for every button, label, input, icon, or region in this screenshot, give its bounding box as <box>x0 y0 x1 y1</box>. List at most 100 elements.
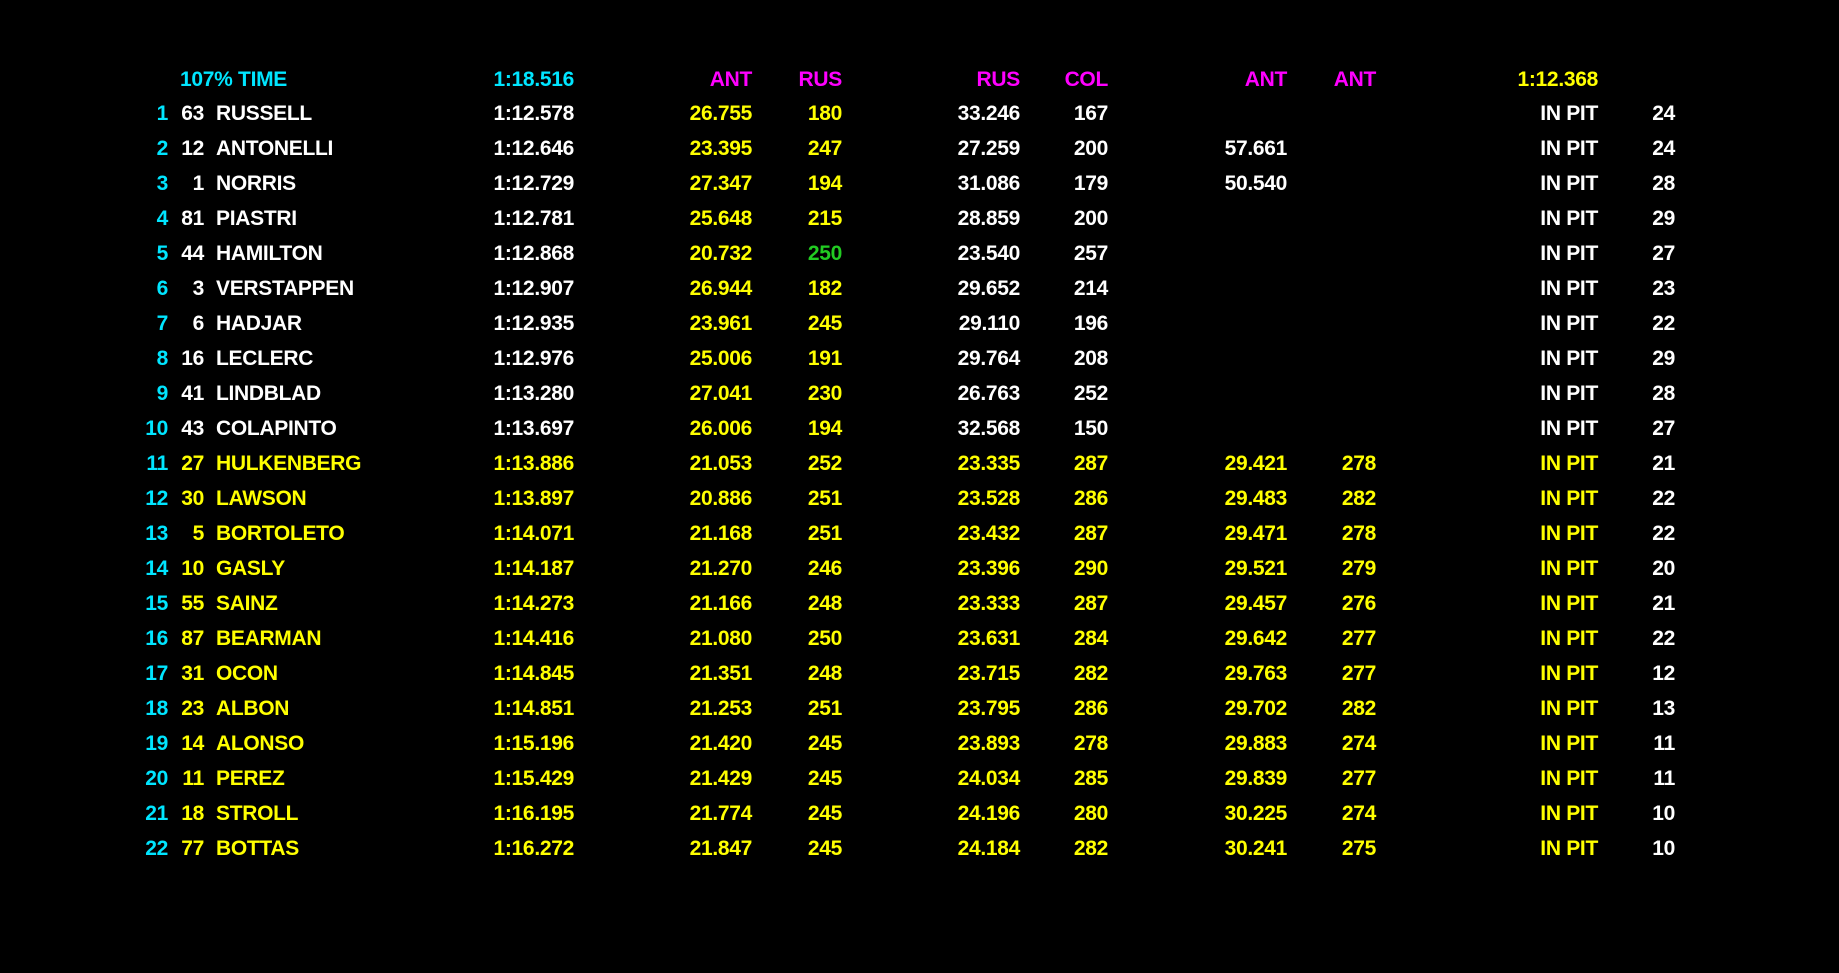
sector1-time: 23.395 <box>689 137 753 160</box>
lap-count: 24 <box>1652 137 1675 160</box>
lap-count: 11 <box>1653 732 1675 755</box>
speed-trap1: 194 <box>807 172 842 195</box>
table-row: 17 31 OCON 1:14.845 21.351 248 23.715 282 29.763… <box>0 656 1839 691</box>
driver-name: BORTOLETO <box>216 522 345 545</box>
sector2-time: 28.859 <box>957 207 1021 230</box>
driver-name: ANTONELLI <box>216 137 334 160</box>
lap-count: 27 <box>1652 242 1675 265</box>
driver-name: VERSTAPPEN <box>216 277 354 300</box>
lap-time: 1:12.868 <box>493 242 574 265</box>
lap-time: 1:13.280 <box>493 382 574 405</box>
lap-count: 22 <box>1652 487 1675 510</box>
lap-count: 28 <box>1652 172 1675 195</box>
speed-trap2: 252 <box>1073 382 1108 405</box>
header-107-time: 1:18.516 <box>493 68 574 91</box>
table-row: 10 43 COLAPINTO 1:13.697 26.006 194 32.568 150 I… <box>0 411 1839 446</box>
pit-status: IN PIT <box>1540 452 1598 475</box>
position: 14 <box>145 557 168 580</box>
driver-name: ALONSO <box>216 732 305 755</box>
position: 1 <box>156 102 169 125</box>
sector3-time: 29.763 <box>1224 662 1288 685</box>
pit-status: IN PIT <box>1540 837 1598 860</box>
position: 16 <box>145 627 168 650</box>
lap-count: 12 <box>1652 662 1675 685</box>
speed-trap1: 182 <box>807 277 842 300</box>
speed-trap3: 277 <box>1341 662 1376 685</box>
lap-time: 1:12.935 <box>493 312 574 335</box>
sector2-time: 29.652 <box>957 277 1021 300</box>
lap-time: 1:12.729 <box>493 172 574 195</box>
speed-trap2: 282 <box>1073 837 1108 860</box>
car-number: 31 <box>181 662 204 685</box>
sector1-time: 23.961 <box>689 312 753 335</box>
speed-trap3: 277 <box>1341 767 1376 790</box>
driver-name: BEARMAN <box>216 627 322 650</box>
position: 21 <box>145 802 168 825</box>
pit-status: IN PIT <box>1540 312 1598 335</box>
lap-count: 28 <box>1652 382 1675 405</box>
sector1-time: 25.006 <box>689 347 753 370</box>
sector3-time: 30.241 <box>1224 837 1288 860</box>
lap-count: 27 <box>1652 417 1675 440</box>
table-row: 3 1 NORRIS 1:12.729 27.347 194 31.086 179 50.540… <box>0 166 1839 201</box>
sector2-time: 27.259 <box>957 137 1021 160</box>
position: 15 <box>145 592 168 615</box>
sector1-time: 21.351 <box>689 662 753 685</box>
position: 3 <box>156 172 169 195</box>
sector1-time: 27.041 <box>689 382 753 405</box>
sector1-time: 21.774 <box>689 802 753 825</box>
sector3-time: 50.540 <box>1224 172 1288 195</box>
sector2-time: 23.540 <box>957 242 1021 265</box>
position: 11 <box>146 452 168 475</box>
lap-count: 22 <box>1652 312 1675 335</box>
speed-trap2: 282 <box>1073 662 1108 685</box>
pit-status: IN PIT <box>1540 347 1598 370</box>
sector3-time <box>1185 236 1287 271</box>
pit-status: IN PIT <box>1540 487 1598 510</box>
sector2-time: 24.196 <box>957 802 1021 825</box>
sector3-time: 29.483 <box>1224 487 1288 510</box>
lap-time: 1:12.976 <box>493 347 574 370</box>
sector1-time: 25.648 <box>689 207 753 230</box>
sector3-time <box>1185 341 1287 376</box>
sector1-time: 20.886 <box>689 487 753 510</box>
speed-trap3: 274 <box>1341 732 1376 755</box>
pit-status: IN PIT <box>1540 277 1598 300</box>
speed-trap3: 282 <box>1341 697 1376 720</box>
speed-trap1: 250 <box>807 242 842 265</box>
sector1-time: 21.253 <box>689 697 753 720</box>
table-row: 13 5 BORTOLETO 1:14.071 21.168 251 23.432 287 29… <box>0 516 1839 551</box>
speed-trap3 <box>1310 306 1376 341</box>
car-number: 1 <box>192 172 205 195</box>
speed-trap2: 286 <box>1073 487 1108 510</box>
driver-name: PIASTRI <box>216 207 297 230</box>
car-number: 5 <box>192 522 205 545</box>
pit-status: IN PIT <box>1540 697 1598 720</box>
table-row: 22 77 BOTTAS 1:16.272 21.847 245 24.184 282 30.2… <box>0 831 1839 866</box>
table-row: 14 10 GASLY 1:14.187 21.270 246 23.396 290 29.52… <box>0 551 1839 586</box>
lap-count: 10 <box>1652 802 1675 825</box>
table-row: 19 14 ALONSO 1:15.196 21.420 245 23.893 278 29.8… <box>0 726 1839 761</box>
table-row: 11 27 HULKENBERG 1:13.886 21.053 252 23.335 287… <box>0 446 1839 481</box>
lap-count: 13 <box>1652 697 1675 720</box>
car-number: 87 <box>181 627 204 650</box>
speed-trap3: 282 <box>1341 487 1376 510</box>
speed-trap2: 287 <box>1073 452 1108 475</box>
driver-name: PEREZ <box>216 767 285 790</box>
table-row: 2 12 ANTONELLI 1:12.646 23.395 247 27.259 200 57… <box>0 131 1839 166</box>
header-s3-best: ANT <box>1244 68 1288 91</box>
position: 10 <box>145 417 168 440</box>
lap-count: 21 <box>1652 592 1675 615</box>
speed-trap1: 251 <box>807 522 842 545</box>
sector2-time: 26.763 <box>957 382 1021 405</box>
speed-trap2: 284 <box>1073 627 1108 650</box>
car-number: 81 <box>181 207 204 230</box>
sector3-time: 29.457 <box>1224 592 1288 615</box>
speed-trap2: 257 <box>1073 242 1108 265</box>
table-row: 20 11 PEREZ 1:15.429 21.429 245 24.034 285 29.83… <box>0 761 1839 796</box>
speed-trap3 <box>1310 201 1376 236</box>
driver-name: NORRIS <box>216 172 296 195</box>
timing-board: 107% TIME 1:18.516 ANT RUS RUS COL ANT A… <box>0 0 1839 973</box>
speed-trap1: 180 <box>807 102 842 125</box>
table-row: 5 44 HAMILTON 1:12.868 20.732 250 23.540 257 IN … <box>0 236 1839 271</box>
